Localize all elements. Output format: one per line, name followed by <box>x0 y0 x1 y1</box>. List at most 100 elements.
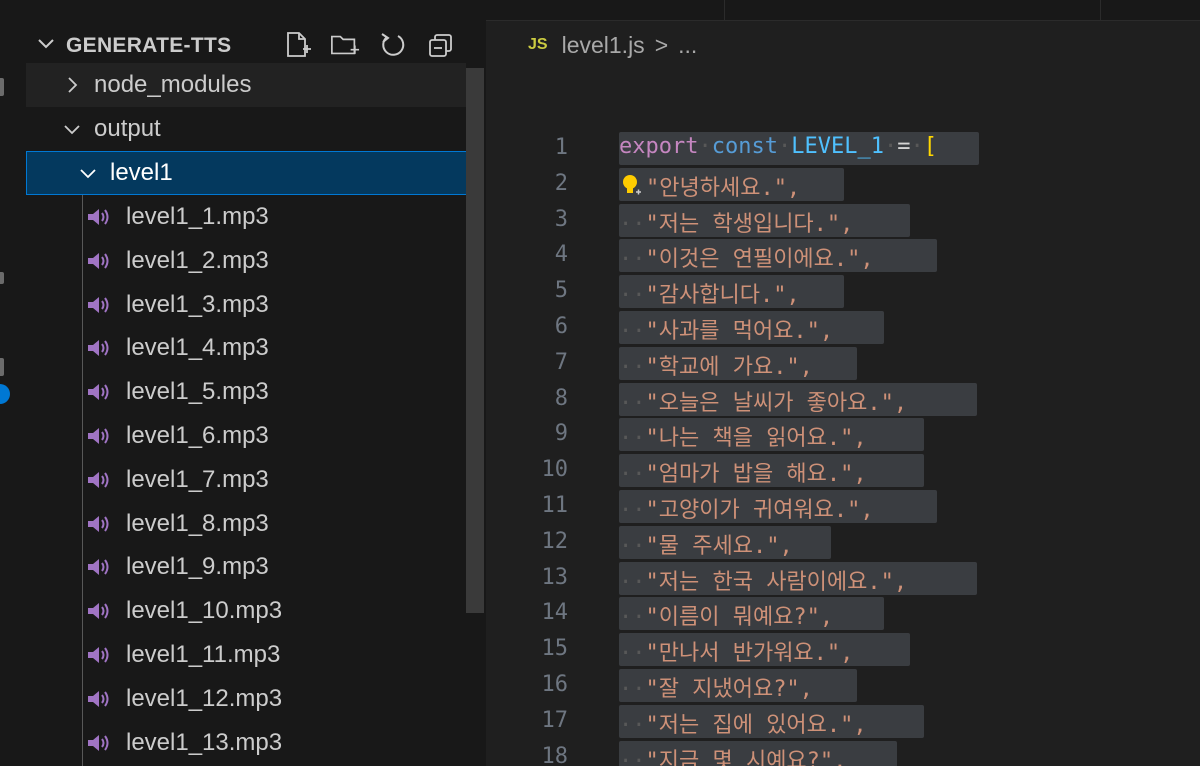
bracket-token: [ <box>923 134 937 159</box>
const-name-token: LEVEL_1 <box>791 134 884 159</box>
code-line[interactable]: 3 ··"저는 학생입니다.", <box>486 202 1200 238</box>
string-token: "사과를 먹어요.", <box>645 319 834 344</box>
line-number: 12 <box>541 528 569 554</box>
keyword-token: export <box>619 134 699 159</box>
string-token: "엄마가 밥을 해요.", <box>645 462 867 488</box>
line-number: 15 <box>541 636 569 662</box>
audio-file-icon <box>88 559 109 576</box>
code-line[interactable]: 1 export·const·LEVEL_1·=·[ <box>486 130 1200 166</box>
code-line[interactable]: 12 ··"물 주세요.", <box>486 524 1200 560</box>
lightbulb-icon[interactable] <box>619 172 645 198</box>
chevron-down-icon <box>64 125 80 135</box>
code-line[interactable]: 8 ··"오늘은 날씨가 좋아요.", <box>486 381 1200 417</box>
line-number: 13 <box>541 564 569 590</box>
code-line[interactable]: 9 ··"나는 책을 읽어요.", <box>486 416 1200 452</box>
tree-folder-level1[interactable]: level1 <box>26 151 484 195</box>
tree-file-item[interactable]: level1_6.mp3 <box>26 414 466 458</box>
tree-item-label: level1_8.mp3 <box>126 509 269 537</box>
tab-divider <box>1100 0 1101 20</box>
tree-file-item[interactable]: level1_3.mp3 <box>26 283 466 327</box>
tree-file-item[interactable]: level1_13.mp3 <box>26 721 466 765</box>
breadcrumb-file[interactable]: level1.js <box>562 32 645 59</box>
refresh-icon[interactable] <box>378 30 408 60</box>
tree-item-label: level1_7.mp3 <box>126 465 269 493</box>
string-token: "저는 학생입니다.", <box>645 211 854 237</box>
breadcrumb-separator: > <box>654 31 669 58</box>
code-line[interactable]: 18 ··"지금 몇 시예요?", <box>486 739 1200 766</box>
string-token: "감사합니다.", <box>645 283 800 309</box>
line-number: 10 <box>541 457 569 483</box>
activity-item-indicator[interactable] <box>0 78 4 96</box>
editor-pane: JS level1.js > ... 1 export·const·LEVEL_… <box>486 0 1200 766</box>
code-line[interactable]: 5 ··"감사합니다.", <box>486 273 1200 309</box>
tree-item-label: output <box>94 115 161 142</box>
audio-file-icon <box>88 515 109 532</box>
new-folder-icon[interactable] <box>330 30 360 60</box>
tree-item-label: level1_2.mp3 <box>126 246 269 274</box>
tree-file-item[interactable]: level1_10.mp3 <box>26 589 466 633</box>
tree-file-item[interactable]: level1_9.mp3 <box>26 545 466 589</box>
line-text: ··"오늘은 날씨가 좋아요.", <box>619 390 908 416</box>
chevron-down-icon[interactable] <box>36 34 56 54</box>
tree-folder-node-modules[interactable]: node_modules <box>26 63 466 107</box>
line-text: ··"엄마가 밥을 해요.", <box>619 462 867 488</box>
tree-item-label: level1_1.mp3 <box>126 203 269 230</box>
string-token: "안녕하세요.", <box>646 175 801 201</box>
string-token: "나는 책을 읽어요.", <box>645 426 867 452</box>
tab-strip <box>486 0 1200 21</box>
tree-file-item[interactable]: level1_4.mp3 <box>26 326 466 370</box>
audio-file-icon <box>88 734 109 751</box>
line-number: 16 <box>541 672 569 697</box>
chevron-right-icon <box>68 77 78 93</box>
tree-file-item[interactable]: level1_12.mp3 <box>26 677 466 721</box>
tree-file-item[interactable]: level1_2.mp3 <box>26 239 466 283</box>
code-line[interactable]: 17 ··"저는 집에 있어요.", <box>486 703 1200 739</box>
activity-item-indicator[interactable] <box>0 272 4 284</box>
code-line[interactable]: 7 ··"학교에 가요.", <box>486 345 1200 381</box>
line-text: ··"저는 한국 사람이에요.", <box>619 569 908 595</box>
tree-item-label: level1_9.mp3 <box>126 553 269 581</box>
code-line[interactable]: 16 ··"잘 지냈어요?", <box>486 667 1200 703</box>
string-token: "지금 몇 시예요?", <box>645 748 847 766</box>
audio-file-icon <box>88 209 109 225</box>
breadcrumb-more[interactable]: ... <box>678 32 697 59</box>
indent-guide <box>82 195 83 766</box>
explorer-sidebar: GENERATE-TTS node_modules output level1 … <box>26 0 486 766</box>
new-file-icon[interactable] <box>282 30 312 60</box>
tree-file-item[interactable]: level1_5.mp3 <box>26 370 466 414</box>
code-line[interactable]: 2 "안녕하세요.", <box>486 166 1200 202</box>
tree-item-label: level1_10.mp3 <box>126 597 283 625</box>
audio-file-icon <box>88 647 109 663</box>
tree-file-item[interactable]: level1_1.mp3 <box>26 195 466 239</box>
code-line[interactable]: 11 ··"고양이가 귀여워요.", <box>486 488 1200 524</box>
code-line[interactable]: 10 ··"엄마가 밥을 해요.", <box>486 452 1200 488</box>
line-text: ··"사과를 먹어요.", <box>619 319 834 344</box>
string-token: "저는 집에 있어요.", <box>645 712 867 738</box>
tree-folder-output[interactable]: output <box>26 107 466 151</box>
string-token: "물 주세요.", <box>645 533 793 559</box>
tree-item-label: level1_5.mp3 <box>126 378 269 406</box>
tree-file-item[interactable]: level1_11.mp3 <box>26 633 466 677</box>
string-token: "저는 한국 사람이에요.", <box>645 569 908 595</box>
code-line[interactable]: 13 ··"저는 한국 사람이에요.", <box>486 560 1200 596</box>
activity-item-indicator[interactable] <box>0 358 4 376</box>
string-token: "잘 지냈어요?", <box>645 677 813 702</box>
code-line[interactable]: 14 ··"이름이 뭐예요?", <box>486 595 1200 631</box>
tree-item-label: level1_13.mp3 <box>126 728 283 756</box>
tree-item-label: level1_3.mp3 <box>126 290 269 318</box>
project-title[interactable]: GENERATE-TTS <box>66 34 231 58</box>
tree-item-label: node_modules <box>94 71 252 98</box>
tree-item-label: level1_4.mp3 <box>126 334 269 362</box>
line-text: ··"저는 학생입니다.", <box>619 211 854 237</box>
collapse-all-icon[interactable] <box>426 30 456 60</box>
line-number: 14 <box>541 600 569 626</box>
decl-token: const <box>711 134 778 159</box>
tree-file-item[interactable]: level1_8.mp3 <box>26 502 466 546</box>
sidebar-scrollbar[interactable] <box>466 68 484 613</box>
code-line[interactable]: 4 ··"이것은 연필이에요.", <box>486 237 1200 273</box>
code-line[interactable]: 15 ··"만나서 반가워요.", <box>486 631 1200 667</box>
string-token: "학교에 가요.", <box>645 354 813 380</box>
string-token: "이것은 연필이에요.", <box>645 247 874 273</box>
tree-file-item[interactable]: level1_7.mp3 <box>26 458 466 502</box>
code-line[interactable]: 6 ··"사과를 먹어요.", <box>486 309 1200 345</box>
